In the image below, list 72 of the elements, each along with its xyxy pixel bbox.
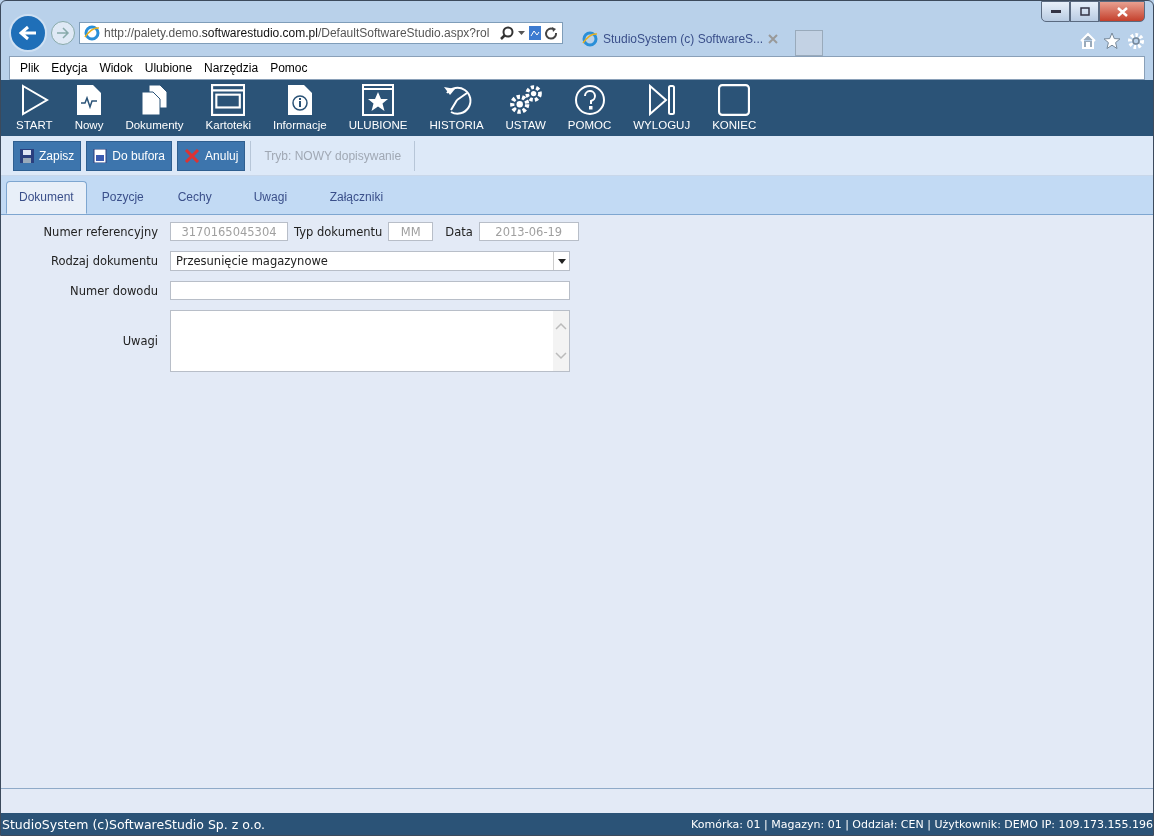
field-label: Typ dokumentu bbox=[294, 224, 383, 239]
field-label: Numer referencyjny bbox=[42, 224, 158, 239]
tab[interactable]: Załączniki bbox=[316, 181, 397, 214]
gears-icon bbox=[507, 84, 544, 116]
menu-item[interactable]: Plik bbox=[14, 61, 46, 75]
back-arrow-icon bbox=[19, 25, 37, 41]
back-button[interactable] bbox=[9, 14, 47, 52]
tab[interactable]: Cechy bbox=[164, 181, 239, 214]
close-tab-icon[interactable] bbox=[768, 34, 779, 44]
tab[interactable]: Uwagi bbox=[240, 181, 315, 214]
forward-arrow-icon bbox=[56, 27, 70, 39]
menu-item[interactable]: Edycja bbox=[45, 61, 94, 75]
clipboard-icon bbox=[93, 148, 108, 163]
refresh-icon[interactable] bbox=[545, 26, 558, 40]
toolbar-button[interactable]: WYLOGUJ bbox=[622, 84, 702, 131]
close-icon bbox=[1116, 6, 1128, 17]
toolbar-button[interactable]: POMOC bbox=[556, 84, 623, 131]
compatibility-icon[interactable] bbox=[529, 26, 541, 40]
toolbar-button[interactable]: Kartoteki bbox=[194, 84, 262, 131]
toolbar-button[interactable]: Dokumenty bbox=[114, 84, 195, 131]
home-icon[interactable] bbox=[1079, 32, 1097, 50]
menu-item[interactable]: Widok bbox=[93, 61, 139, 75]
company-text: StudioSystem (c)SoftwareStudio Sp. z o.o. bbox=[2, 816, 266, 832]
maximize-button[interactable] bbox=[1070, 1, 1099, 22]
document-icon bbox=[76, 84, 102, 116]
session-info-text: Komórka: 01 | Magazyn: 01 | Oddział: CEN | Użytkownik: DEMO IP: 109.173.155.196 bbox=[691, 817, 1153, 831]
toolbar-button[interactable]: HISTORIA bbox=[418, 84, 495, 131]
address-bar[interactable]: http://palety.demo.softwarestudio.com.pl/DefaultSoftwareStudio.aspx?rol bbox=[79, 22, 563, 44]
minimize-icon bbox=[1050, 9, 1061, 14]
toolbar-button[interactable]: KONIEC bbox=[701, 84, 768, 131]
settings-icon[interactable] bbox=[1127, 32, 1145, 50]
action-button[interactable]: Zapisz bbox=[13, 140, 82, 171]
input-field[interactable] bbox=[170, 281, 570, 300]
tab[interactable]: Pozycje bbox=[88, 181, 163, 214]
dropdown-caret-icon bbox=[557, 258, 566, 264]
toolbar-button[interactable]: START bbox=[5, 84, 64, 131]
action-button[interactable]: Do bufora bbox=[86, 140, 173, 171]
stop-icon bbox=[718, 84, 751, 116]
browser-tab[interactable]: StudioSystem (c) SoftwareS... bbox=[569, 23, 792, 56]
cross-icon bbox=[184, 148, 201, 163]
mode-text: Tryb: NOWY dopisywanie bbox=[263, 148, 403, 163]
menu-item[interactable]: Pomoc bbox=[264, 61, 314, 75]
toolbar-button[interactable]: Informacje bbox=[261, 84, 338, 131]
help-icon bbox=[573, 84, 606, 116]
star-window-icon bbox=[362, 84, 395, 116]
field-label: Data bbox=[445, 224, 473, 239]
info-document-icon bbox=[286, 84, 313, 116]
field-label: Uwagi bbox=[121, 334, 158, 348]
menu-item[interactable]: Ulubione bbox=[138, 61, 199, 75]
field-label: Rodzaj dokumentu bbox=[49, 254, 158, 268]
documents-icon bbox=[140, 84, 169, 116]
menu-item[interactable]: Narzędzia bbox=[198, 61, 265, 75]
tab[interactable]: Dokument bbox=[6, 181, 87, 214]
url-text: http://palety.demo.softwarestudio.com.pl/DefaultSoftwareStudio.aspx?rol bbox=[104, 26, 491, 40]
action-button[interactable]: Anuluj bbox=[177, 140, 246, 171]
browser-logo-icon bbox=[582, 31, 598, 47]
toolbar-button[interactable]: USTAW bbox=[494, 84, 557, 131]
browser-logo-icon bbox=[84, 25, 100, 41]
minimize-button[interactable] bbox=[1041, 1, 1070, 22]
tab-title: StudioSystem (c) SoftwareS... bbox=[603, 32, 764, 46]
toolbar-button[interactable]: Nowy bbox=[63, 84, 115, 131]
forward-button[interactable] bbox=[51, 21, 75, 45]
close-button[interactable] bbox=[1099, 1, 1145, 22]
field-label: Numer dowodu bbox=[69, 283, 158, 298]
logout-icon bbox=[647, 84, 676, 116]
dropdown-caret-icon[interactable] bbox=[518, 31, 525, 35]
maximize-icon bbox=[1079, 7, 1090, 16]
dropdown[interactable]: Przesunięcie magazynowe bbox=[170, 251, 570, 271]
window-icon bbox=[211, 84, 246, 116]
search-icon[interactable] bbox=[500, 26, 514, 40]
favorites-star-icon[interactable] bbox=[1103, 32, 1121, 50]
toolbar-button[interactable]: ULUBIONE bbox=[337, 84, 419, 131]
